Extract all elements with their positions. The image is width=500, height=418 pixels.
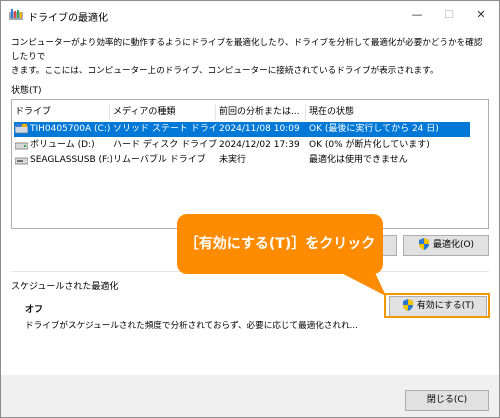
usb-drive-icon (15, 157, 28, 165)
optimize-button-label: 最適化(O) (432, 240, 475, 250)
close-window-button[interactable]: ✕ (465, 1, 497, 31)
drive-name: ボリューム (D:) (30, 140, 95, 150)
media-type: リムーバブル ドライブ (113, 155, 206, 165)
dialog-footer: 閉じる(C) (1, 375, 499, 417)
instruction-callout: ［有効にする(T)］をクリック (177, 214, 383, 274)
drive-optimize-app-icon (9, 9, 23, 20)
last-analyzed: 未実行 (219, 155, 247, 165)
status-label: 状態(T) (11, 86, 42, 96)
window-title: ドライブの最適化 (28, 13, 108, 24)
drive-name: TIH0405700A (C:) (30, 124, 111, 134)
column-header-current-status[interactable]: 現在の状態 (306, 104, 476, 120)
column-header-drive[interactable]: ドライブ (12, 104, 110, 120)
drive-row-c[interactable]: TIH0405700A (C:) ソリッド ステート ドライブ 2024/11/… (14, 122, 470, 137)
schedule-label: スケジュールされた最適化 (11, 282, 119, 292)
hdd-drive-icon (15, 142, 28, 150)
description-line: きます。ここには、コンピューター上のドライブ、コンピューターに接続されているドラ… (11, 66, 439, 76)
uac-shield-icon (418, 237, 429, 250)
column-header-last-analyzed[interactable]: 前回の分析または... (216, 104, 306, 120)
maximize-button[interactable]: ☐ (433, 1, 465, 31)
close-button[interactable]: 閉じる(C) (405, 390, 489, 411)
drive-name: SEAGLASSUSB (F:) (30, 155, 112, 165)
current-status: 最適化は使用できません (309, 155, 408, 165)
drive-row-f[interactable]: SEAGLASSUSB (F:) リムーバブル ドライブ 未実行 最適化は使用で… (14, 153, 490, 168)
ssd-drive-icon (15, 124, 28, 134)
enable-button-highlight (384, 293, 490, 318)
current-status: OK (0% が断片化しています) (309, 140, 430, 150)
description-text: コンピューターがより効率的に動作するようにドライブを最適化したり、ドライブを分析… (11, 36, 491, 78)
drive-list-header: ドライブ メディアの種類 前回の分析または... 現在の状態 (12, 104, 488, 120)
drive-row-d[interactable]: ボリューム (D:) ハード ディスク ドライブ 2024/12/02 17:3… (14, 138, 490, 153)
title-bar: ドライブの最適化 — ☐ ✕ (1, 1, 499, 31)
media-type: ソリッド ステート ドライブ (113, 124, 217, 134)
schedule-state: オフ (25, 305, 44, 315)
media-type: ハード ディスク ドライブ (113, 140, 217, 150)
description-line: コンピューターがより効率的に動作するようにドライブを最適化したり、ドライブを分析… (11, 38, 483, 62)
schedule-description: ドライブがスケジュールされた頻度で分析されておらず、必要に応じて最適化されれ..… (25, 321, 358, 331)
column-header-media[interactable]: メディアの種類 (110, 104, 216, 120)
last-analyzed: 2024/12/02 17:39 (219, 140, 300, 150)
minimize-button[interactable]: — (401, 1, 433, 31)
last-analyzed: 2024/11/08 10:09 (219, 124, 300, 134)
optimize-button[interactable]: 最適化(O) (403, 235, 489, 256)
optimize-drives-window: ドライブの最適化 — ☐ ✕ コンピューターがより効率的に動作するようにドライブ… (0, 0, 500, 418)
current-status: OK (最後に実行してから 24 日) (309, 124, 439, 134)
drive-list[interactable]: ドライブ メディアの種類 前回の分析または... 現在の状態 TIH040570… (11, 99, 489, 229)
